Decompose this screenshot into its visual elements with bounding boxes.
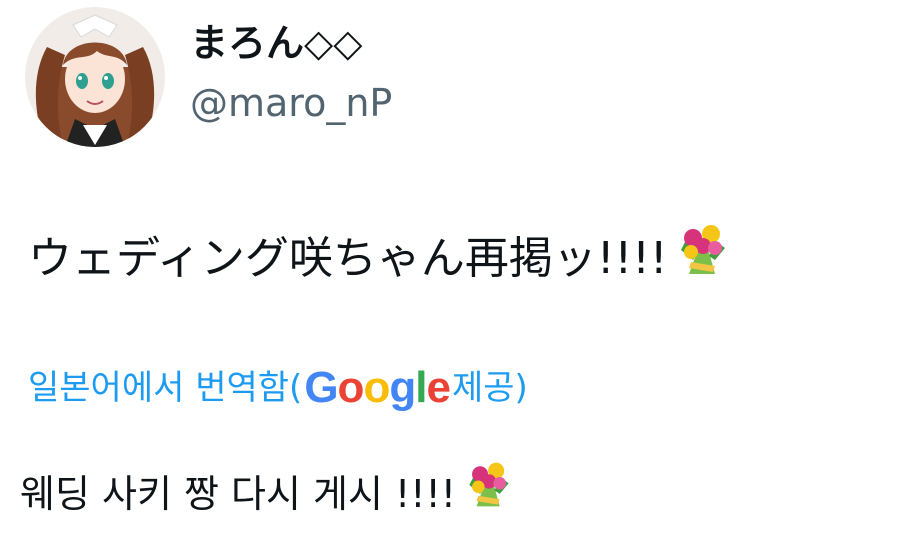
tweet-text-content: ウェディング咲ちゃん再掲ッ!!!!: [28, 233, 668, 284]
avatar[interactable]: [25, 7, 165, 147]
google-letter-l: l: [415, 363, 427, 412]
translation-suffix: 제공): [451, 368, 528, 408]
google-letter-o2: o: [363, 363, 390, 412]
translation-prefix: 일본어에서 번역함(: [28, 368, 303, 408]
translated-text-content: 웨딩 사키 짱 다시 게시 !!!!: [20, 471, 456, 516]
translation-attribution[interactable]: 일본어에서 번역함( G o o g l e 제공): [28, 362, 528, 414]
google-letter-g: G: [304, 363, 338, 412]
user-handle[interactable]: @maro_nP: [190, 78, 392, 128]
tweet-text: ウェディング咲ちゃん再掲ッ!!!!: [28, 222, 731, 296]
translated-text: 웨딩 사키 짱 다시 게시 !!!!: [20, 460, 514, 527]
google-logo: G o o g l e: [304, 362, 451, 414]
bouquet-icon: [464, 460, 514, 527]
google-letter-g2: g: [389, 363, 416, 412]
avatar-image: [25, 7, 165, 147]
display-name[interactable]: まろん◇◇: [190, 18, 362, 68]
google-letter-e: e: [426, 363, 451, 412]
bouquet-icon: [675, 222, 731, 296]
google-letter-o1: o: [337, 363, 365, 412]
